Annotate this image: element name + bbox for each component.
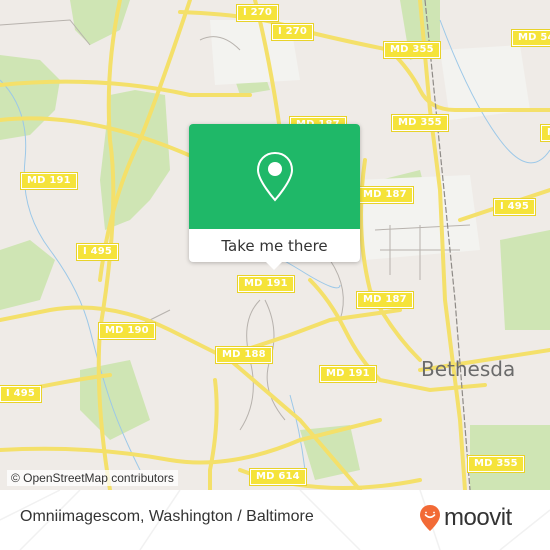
- map-view[interactable]: I 270 I 270 MD 355 MD 547 MD 187 MD 355 …: [0, 0, 550, 490]
- road-shield: MD 614: [249, 468, 307, 486]
- place-title: Omniimagescom, Washington / Baltimore: [20, 508, 314, 525]
- map-pin-icon: [256, 151, 293, 201]
- road-shield: MD 547: [511, 29, 550, 47]
- popup-pointer: [265, 261, 283, 270]
- location-popup: Take me there: [189, 124, 360, 270]
- road-shield: MD 355: [391, 114, 449, 132]
- road-shield: I 495: [75, 243, 120, 261]
- moovit-wordmark: moovit: [444, 504, 512, 531]
- city-label: Bethesda: [421, 357, 516, 381]
- road-shield: MD 191: [319, 365, 377, 383]
- road-shield: MD 355: [383, 41, 441, 59]
- footer-bar: Omniimagescom, Washington / Baltimore mo…: [0, 490, 550, 550]
- road-shield: I 270: [270, 23, 315, 41]
- popup-header: [189, 124, 360, 229]
- road-shield: MD 355: [467, 455, 525, 473]
- moovit-logo[interactable]: moovit: [419, 504, 512, 532]
- osm-attribution[interactable]: © OpenStreetMap contributors: [7, 470, 178, 486]
- road-shield: MD 187: [356, 291, 414, 309]
- road-shield: MD 191: [237, 275, 295, 293]
- road-shield: MD 188: [215, 346, 273, 364]
- road-shield: MD 187: [356, 186, 414, 204]
- road-shield: MD 191: [20, 172, 78, 190]
- road-shield: MD 190: [98, 322, 156, 340]
- road-shield: M: [539, 124, 550, 142]
- moovit-smiley-pin-icon: [420, 505, 440, 531]
- road-shield: I 270: [235, 4, 280, 22]
- road-shield: I 495: [492, 198, 537, 216]
- take-me-there-button[interactable]: Take me there: [189, 229, 360, 262]
- road-shield: I 495: [0, 385, 43, 403]
